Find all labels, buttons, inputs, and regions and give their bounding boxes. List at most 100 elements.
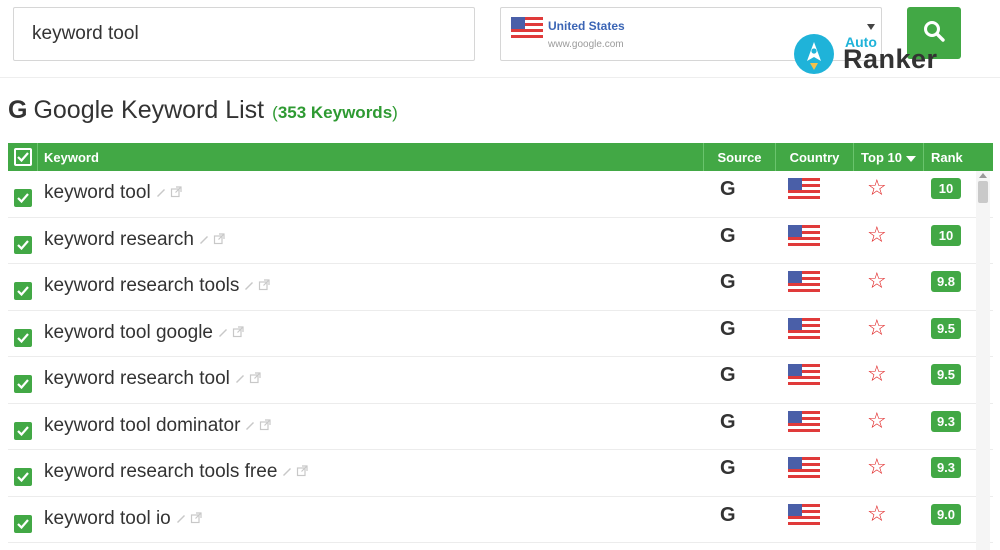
external-link-icon[interactable] xyxy=(258,275,270,297)
external-link-icon[interactable] xyxy=(232,322,244,344)
keyword-cell[interactable]: keyword research xyxy=(44,229,225,251)
us-flag-icon xyxy=(788,503,820,530)
scroll-up-arrow-icon[interactable] xyxy=(979,173,987,178)
keyword-cell[interactable]: keyword research tools free xyxy=(44,461,308,483)
keyword-text: keyword research tools xyxy=(44,275,240,296)
brand-name: Ranker xyxy=(843,44,938,74)
column-header-top10-label: Top 10 xyxy=(861,149,902,165)
keyword-table: Keyword Source Country Top 10 Rank keywo… xyxy=(8,143,993,543)
column-header-rank[interactable]: Rank xyxy=(924,143,993,171)
table-row[interactable]: keyword research tool G ☆ 9.5 xyxy=(8,357,993,404)
table-row[interactable]: keyword tool io G ☆ 9.0 xyxy=(8,497,993,543)
table-header: Keyword Source Country Top 10 Rank xyxy=(8,143,993,171)
us-flag-icon xyxy=(788,224,820,251)
source-google-icon: G xyxy=(720,178,736,200)
star-icon[interactable]: ☆ xyxy=(867,316,887,339)
us-flag-icon xyxy=(511,17,543,43)
keyword-text: keyword tool io xyxy=(44,507,171,529)
edit-pencil-icon[interactable] xyxy=(243,275,255,297)
rank-badge: 9.0 xyxy=(931,503,961,525)
rank-badge: 10 xyxy=(931,178,961,199)
rank-badge: 9.3 xyxy=(931,457,961,478)
row-checkbox[interactable] xyxy=(14,468,32,486)
us-flag-icon xyxy=(788,364,820,390)
country-name: United States xyxy=(548,19,625,33)
column-header-top10[interactable]: Top 10 xyxy=(854,143,924,171)
edit-pencil-icon[interactable] xyxy=(198,229,210,251)
external-link-icon[interactable] xyxy=(170,182,182,204)
row-checkbox[interactable] xyxy=(14,375,32,393)
keyword-cell[interactable]: keyword tool google xyxy=(44,322,244,344)
source-google-icon: G xyxy=(720,410,736,433)
table-row[interactable]: keyword research tools G ☆ 9.8 xyxy=(8,264,993,311)
external-link-icon[interactable] xyxy=(259,415,272,437)
page-title-text: Google Keyword List xyxy=(33,96,265,124)
external-link-icon[interactable] xyxy=(190,508,202,530)
rank-badge: 9.8 xyxy=(931,271,961,292)
star-icon[interactable]: ☆ xyxy=(867,177,887,199)
edit-pencil-icon[interactable] xyxy=(281,461,293,483)
external-link-icon[interactable] xyxy=(213,229,225,251)
edit-pencil-icon[interactable] xyxy=(234,368,246,390)
source-google-icon: G xyxy=(720,503,736,526)
column-header-keyword[interactable]: Keyword xyxy=(38,143,704,171)
select-all-cell xyxy=(8,143,38,171)
table-row[interactable]: keyword research G ☆ 10 xyxy=(8,218,993,264)
star-icon[interactable]: ☆ xyxy=(867,363,887,385)
edit-pencil-icon[interactable] xyxy=(217,322,229,344)
row-checkbox[interactable] xyxy=(14,282,32,300)
rank-badge: 9.5 xyxy=(931,317,961,339)
external-link-icon[interactable] xyxy=(296,461,308,483)
page-title: G Google Keyword List (353 Keywords) xyxy=(8,96,398,125)
us-flag-icon xyxy=(788,317,820,344)
keyword-search-input[interactable]: keyword tool xyxy=(13,7,475,61)
rocket-icon xyxy=(792,32,836,81)
row-checkbox[interactable] xyxy=(14,189,32,207)
external-link-icon[interactable] xyxy=(249,368,261,390)
select-all-checkbox[interactable] xyxy=(13,148,32,166)
scrollbar[interactable] xyxy=(976,171,990,550)
edit-pencil-icon[interactable] xyxy=(155,182,167,204)
source-google-icon: G xyxy=(720,271,736,293)
star-icon[interactable]: ☆ xyxy=(867,409,887,432)
keyword-text: keyword tool dominator xyxy=(44,414,241,436)
keyword-text: keyword research tool xyxy=(44,368,230,389)
table-row[interactable]: keyword tool G ☆ 10 xyxy=(8,171,993,218)
star-icon[interactable]: ☆ xyxy=(867,223,887,246)
edit-pencil-icon[interactable] xyxy=(175,508,187,530)
keyword-cell[interactable]: keyword tool io xyxy=(44,508,202,530)
keyword-text: keyword tool xyxy=(44,182,151,203)
star-icon[interactable]: ☆ xyxy=(867,456,887,478)
keyword-search-value: keyword tool xyxy=(32,23,139,44)
keyword-text: keyword tool google xyxy=(44,321,213,343)
row-checkbox[interactable] xyxy=(14,514,32,533)
star-icon[interactable]: ☆ xyxy=(867,502,887,525)
table-row[interactable]: keyword tool dominator G ☆ 9.3 xyxy=(8,404,993,450)
keyword-cell[interactable]: keyword tool dominator xyxy=(44,414,272,437)
us-flag-icon xyxy=(788,410,820,437)
source-google-icon: G xyxy=(720,317,736,340)
google-g-icon: G xyxy=(8,96,28,124)
source-google-icon: G xyxy=(720,364,736,386)
table-body: keyword tool G ☆ 10 keyword research G ☆ 10 keyw… xyxy=(8,171,993,543)
rank-badge: 9.5 xyxy=(931,364,961,385)
table-row[interactable]: keyword research tools free G ☆ 9.3 xyxy=(8,450,993,497)
rank-badge: 9.3 xyxy=(931,410,961,432)
rank-badge: 10 xyxy=(931,224,961,246)
star-icon[interactable]: ☆ xyxy=(867,270,887,292)
table-row[interactable]: keyword tool google G ☆ 9.5 xyxy=(8,311,993,357)
keyword-cell[interactable]: keyword research tools xyxy=(44,275,270,297)
us-flag-icon xyxy=(788,271,820,297)
source-google-icon: G xyxy=(720,457,736,479)
row-checkbox[interactable] xyxy=(14,235,32,254)
column-header-country[interactable]: Country xyxy=(776,143,854,171)
autoranker-logo: Auto Ranker xyxy=(792,30,962,78)
edit-pencil-icon[interactable] xyxy=(244,415,256,437)
row-checkbox[interactable] xyxy=(14,328,32,347)
row-checkbox[interactable] xyxy=(14,421,32,440)
keyword-cell[interactable]: keyword tool xyxy=(44,182,182,204)
column-header-source[interactable]: Source xyxy=(704,143,776,171)
keyword-text: keyword research xyxy=(44,228,194,250)
keyword-cell[interactable]: keyword research tool xyxy=(44,368,261,390)
scrollbar-thumb[interactable] xyxy=(978,181,988,203)
